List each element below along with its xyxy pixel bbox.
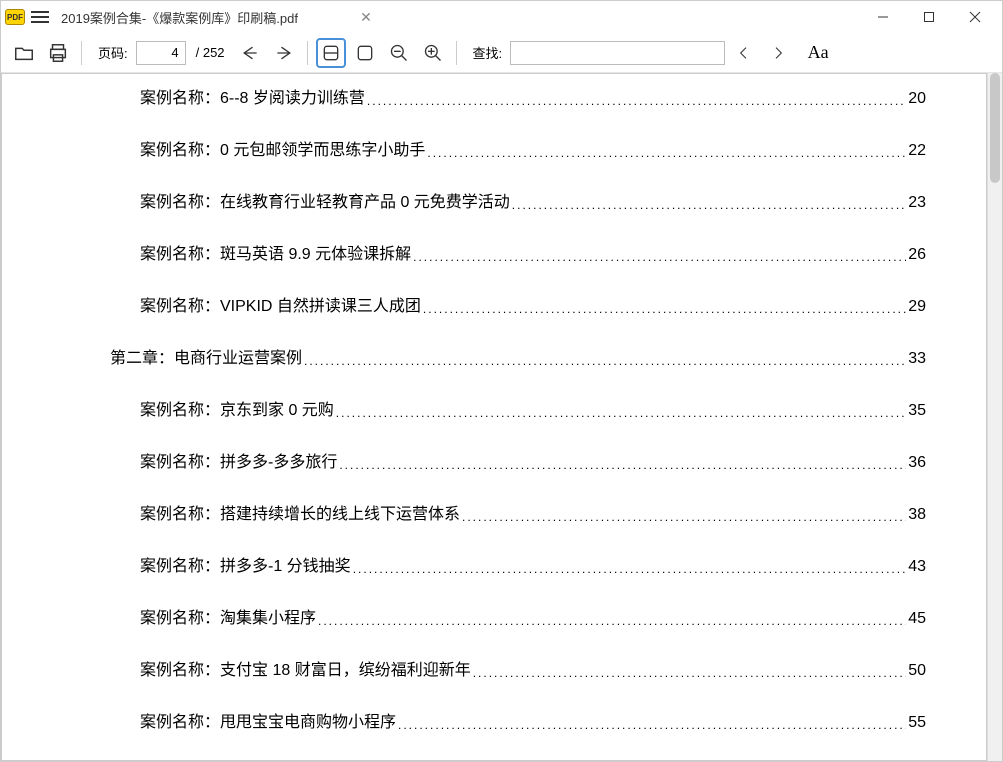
close-button[interactable] [952,1,998,33]
toc-text: 案例名称：斑马英语 9.9 元体验课拆解 [140,240,411,264]
toc-page-number: 23 [908,194,926,212]
toc-page-number: 26 [908,246,926,264]
toc-text: 案例名称：京东到家 0 元购 [140,396,334,420]
maximize-button[interactable] [906,1,952,33]
toc-dots: ........................................… [336,406,906,420]
minimize-button[interactable] [860,1,906,33]
toc-dots: ........................................… [427,146,906,160]
toc-dots: ........................................… [413,250,906,264]
toc-page-number: 35 [908,402,926,420]
content-area: 案例名称：6--8 岁阅读力训练营.......................… [1,73,1002,761]
separator [81,41,82,65]
toc-page-number: 50 [908,662,926,680]
toc-text: 案例名称：搭建持续增长的线上线下运营体系 [140,500,460,524]
toc-dots: ........................................… [423,302,906,316]
toc-dots: ........................................… [318,614,906,628]
find-next-button[interactable] [763,38,793,68]
fit-width-button[interactable] [316,38,346,68]
toc-dots: ........................................… [339,458,906,472]
toc-text: 案例名称：甩甩宝宝电商购物小程序 [140,708,396,732]
separator [307,41,308,65]
toc-page-number: 22 [908,142,926,160]
menu-icon[interactable] [31,11,49,23]
toc-page-number: 36 [908,454,926,472]
toc-entry[interactable]: 案例名称：0 元包邮领学而思练字小助手.....................… [140,122,926,174]
toc-text: 案例名称：6--8 岁阅读力训练营 [140,84,365,108]
toc-entry[interactable]: 案例名称：淘集集小程序.............................… [140,590,926,642]
toc-entry[interactable]: 案例名称：在线教育行业轻教育产品 0 元免费学活动...............… [140,174,926,226]
fit-page-button[interactable] [350,38,380,68]
toc-entry[interactable]: 案例名称：VIPKID 自然拼读课三人成团...................… [140,278,926,330]
toc-dots: ........................................… [473,666,907,680]
close-tab-icon[interactable]: ✕ [358,9,374,26]
window-title: 2019案例合集-《爆款案例库》印刷稿.pdf [61,8,298,27]
document-page: 案例名称：6--8 岁阅读力训练营.......................… [1,73,987,761]
toc-text: 案例名称：VIPKID 自然拼读课三人成团 [140,292,421,316]
next-page-button[interactable] [269,38,299,68]
toolbar: 页码: / 252 查找: Aa [1,33,1002,73]
toc-entry[interactable]: 案例名称：搭建持续增长的线上线下运营体系....................… [140,486,926,538]
toc-entry[interactable]: 案例名称：拼多多-多多旅行...........................… [140,434,926,486]
prev-page-button[interactable] [235,38,265,68]
toc-entry[interactable]: 案例名称：斑马英语 9.9 元体验课拆解....................… [140,226,926,278]
toc-dots: ........................................… [462,510,906,524]
separator [456,41,457,65]
scrollbar-thumb[interactable] [990,73,1000,183]
toc-page-number: 45 [908,610,926,628]
scrollbar[interactable] [987,73,1002,761]
toc-text: 案例名称：0 元包邮领学而思练字小助手 [140,136,425,160]
toc-page-number: 33 [908,350,926,368]
toc-text: 案例名称：淘集集小程序 [140,604,316,628]
toc-text: 案例名称：拼多多-多多旅行 [140,448,337,472]
toc-dots: ........................................… [353,562,907,576]
toc-entry[interactable]: 案例名称：6--8 岁阅读力训练营.......................… [140,84,926,122]
toc-page-number: 43 [908,558,926,576]
find-prev-button[interactable] [729,38,759,68]
zoom-out-button[interactable] [384,38,414,68]
print-button[interactable] [43,38,73,68]
toc-page-number: 20 [908,90,926,108]
toc-dots: ........................................… [304,354,906,368]
find-label: 查找: [473,43,503,62]
toc-text: 第二章：电商行业运营案例 [110,344,302,368]
toc-page-number: 38 [908,506,926,524]
open-file-button[interactable] [9,38,39,68]
toc-page-number: 29 [908,298,926,316]
toc-entry[interactable]: 案例名称：支付宝 18 财富日，缤纷福利迎新年.................… [140,642,926,694]
page-total: / 252 [196,45,225,60]
zoom-in-button[interactable] [418,38,448,68]
toc-text: 案例名称：拼多多-1 分钱抽奖 [140,552,351,576]
toc-dots: ........................................… [398,718,906,732]
text-settings-button[interactable]: Aa [803,38,833,68]
toc-text: 案例名称：在线教育行业轻教育产品 0 元免费学活动 [140,188,510,212]
app-icon: PDF [5,9,25,25]
toc-entry[interactable]: 案例名称：甩甩宝宝电商购物小程序........................… [140,694,926,746]
toc-entry[interactable]: 第二章：电商行业运营案例............................… [110,330,926,382]
toc-dots: ........................................… [367,94,906,108]
toc-entry[interactable]: 案例名称：京东到家 0 元购..........................… [140,382,926,434]
page-label: 页码: [98,43,128,62]
toc-dots: ........................................… [512,198,906,212]
titlebar: PDF 2019案例合集-《爆款案例库》印刷稿.pdf ✕ [1,1,1002,33]
toc-page-number: 55 [908,714,926,732]
toc-entry[interactable]: 案例名称：拼多多-1 分钱抽奖.........................… [140,538,926,590]
find-input[interactable] [510,41,725,65]
toc-text: 案例名称：支付宝 18 财富日，缤纷福利迎新年 [140,656,471,680]
window-controls [860,1,998,33]
page-input[interactable] [136,41,186,65]
